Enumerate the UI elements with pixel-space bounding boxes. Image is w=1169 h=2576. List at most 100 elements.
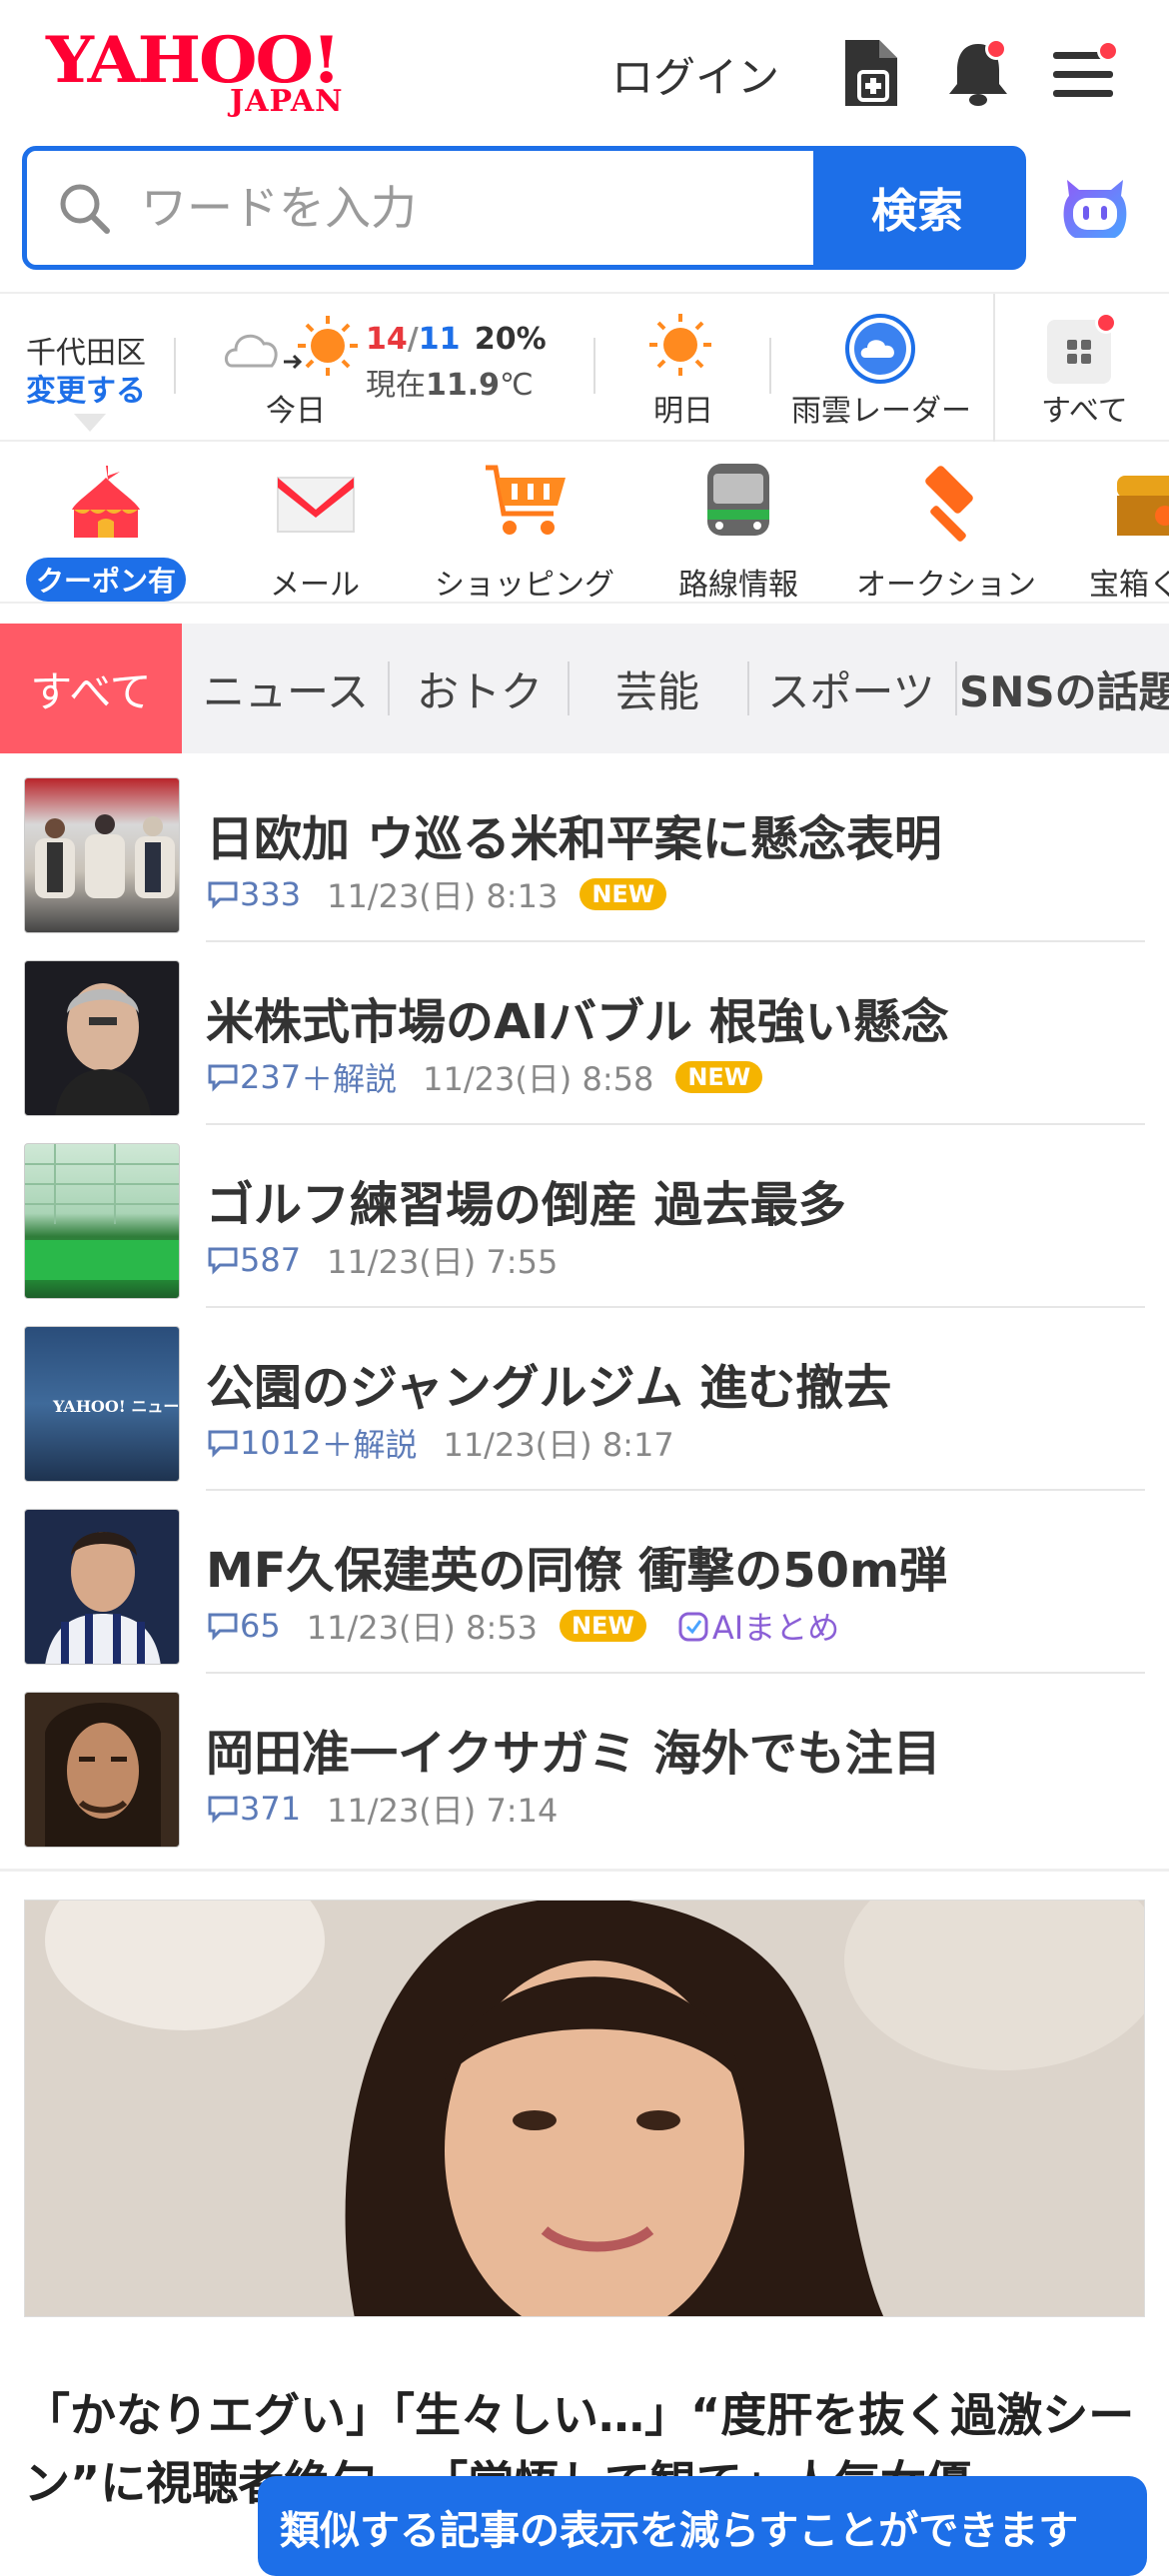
menu-notification-dot <box>1097 40 1119 62</box>
comment-count: 371 <box>206 1790 301 1828</box>
new-badge: NEW <box>675 1061 763 1093</box>
rain-radar[interactable]: 雨雲レーダー <box>789 312 979 432</box>
news-title: ゴルフ練習場の倒産 過去最多 <box>206 1177 846 1233</box>
change-area-link[interactable]: 変更する <box>26 366 146 410</box>
comment-icon <box>208 1613 238 1641</box>
comment-number: 65 <box>240 1607 281 1645</box>
mail-icon <box>277 477 355 533</box>
ai-summary-icon <box>678 1612 708 1642</box>
service-coupon[interactable]: クーポン有 <box>22 462 190 602</box>
all-notification-dot <box>1095 312 1117 334</box>
add-document-icon[interactable] <box>837 36 907 112</box>
news-item[interactable]: YAHOO! ニュース 公園のジャングルジム 進む撤去 1012 ＋解説 11/… <box>0 1308 1169 1491</box>
temp-slash: / <box>407 322 419 357</box>
area-selector[interactable]: 千代田区 変更する <box>26 328 156 432</box>
comment-count: 65 <box>206 1607 281 1645</box>
cloudy-then-sunny-icon <box>225 316 358 376</box>
tab-divider <box>955 661 957 715</box>
service-mail[interactable]: メール <box>240 462 390 603</box>
comment-count: 333 <box>206 875 301 913</box>
news-item[interactable]: 米株式市場のAIバブル 根強い懸念 237 ＋解説 11/23(日) 8:58 … <box>0 942 1169 1125</box>
news-item[interactable]: MF久保建英の同僚 衝撃の50m弾 65 11/23(日) 8:53 NEW A… <box>0 1491 1169 1674</box>
service-shopping[interactable]: ショッピング <box>430 462 619 603</box>
search-bar: 検索 <box>22 146 1026 270</box>
service-transit[interactable]: 路線情報 <box>663 462 813 603</box>
search-button[interactable]: 検索 <box>813 151 1021 265</box>
tab-sns[interactable]: SNSの話題 <box>959 624 1169 753</box>
yahoo-japan-logo[interactable]: YAHOO! JAPAN <box>46 26 366 120</box>
radar-label: 雨雲レーダー <box>791 394 971 429</box>
news-thumbnail <box>24 1509 180 1665</box>
service-mail-label: メール <box>270 568 360 603</box>
temps: 14/11 20% <box>366 322 547 357</box>
service-treasure-label: 宝箱く <box>1089 568 1169 603</box>
bell-icon[interactable] <box>943 36 1013 112</box>
comment-number: 333 <box>240 875 302 913</box>
comment-icon <box>208 1430 238 1458</box>
tab-deals[interactable]: おトク <box>392 624 568 753</box>
toast-banner[interactable]: 類似する記事の表示を減らすことができます <box>258 2476 1147 2576</box>
service-auction[interactable]: オークション <box>851 462 1041 603</box>
auction-hammer-icon <box>925 466 973 542</box>
explanation-link[interactable]: ＋解説 <box>321 1420 417 1466</box>
weather-tomorrow[interactable]: 明日 <box>639 312 719 432</box>
service-treasure[interactable]: 宝箱く <box>1089 462 1169 603</box>
news-title: 米株式市場のAIバブル 根強い懸念 <box>206 994 949 1050</box>
news-thumbnail <box>24 1143 180 1299</box>
news-time: 11/23(日) 7:55 <box>327 1243 559 1281</box>
login-link[interactable]: ログイン <box>611 44 779 105</box>
service-transit-label: 路線情報 <box>678 568 798 603</box>
shopping-cart-icon <box>486 465 566 535</box>
news-title: 日欧加 ウ巡る米和平案に懸念表明 <box>206 811 942 867</box>
news-item[interactable]: 岡田准一イクサガミ 海外でも注目 371 11/23(日) 7:14 <box>0 1674 1169 1857</box>
news-meta: 65 11/23(日) 8:53 NEW AIまとめ <box>206 1603 839 1649</box>
search-input-wrap[interactable] <box>27 151 814 265</box>
comment-number: 587 <box>240 1241 302 1279</box>
news-meta: 333 11/23(日) 8:13 NEW <box>206 871 667 917</box>
services-row: クーポン有 メール ショッピング 路線情報 オークション 宝箱く <box>0 444 1169 604</box>
hamburger-menu-icon[interactable] <box>1049 36 1119 112</box>
tab-entertainment[interactable]: 芸能 <box>570 624 745 753</box>
explanation-link[interactable]: ＋解説 <box>301 1054 397 1100</box>
comment-icon <box>208 1247 238 1275</box>
divider <box>769 338 771 394</box>
news-item[interactable]: 日欧加 ウ巡る米和平案に懸念表明 333 11/23(日) 8:13 NEW <box>0 759 1169 942</box>
comment-count: 587 <box>206 1241 301 1279</box>
news-title: 公園のジャングルジム 進む撤去 <box>206 1360 892 1416</box>
ai-summary-link[interactable]: AIまとめ <box>676 1603 839 1649</box>
ai-assistant-icon[interactable] <box>1053 166 1137 250</box>
ai-summary-label: AIまとめ <box>711 1609 840 1647</box>
comment-icon <box>208 1064 238 1092</box>
weather-bar: 千代田区 変更する 今日 14/11 20% 現在11.9℃ 明日 雨雲レーダー… <box>0 292 1169 442</box>
featured-article[interactable]: 「かなりエグい」「生々しい…」“度肝を抜く過激シーン”に視聴者絶句…「覚悟して観… <box>0 1869 1169 2530</box>
new-badge: NEW <box>559 1610 646 1642</box>
today-label: 今日 <box>266 394 326 429</box>
logo-sub-text: JAPAN <box>230 84 344 119</box>
category-tabs: すべて ニュース おトク 芸能 スポーツ SNSの話題 <box>0 624 1169 753</box>
news-item[interactable]: ゴルフ練習場の倒産 過去最多 587 11/23(日) 7:55 <box>0 1125 1169 1308</box>
notification-dot <box>985 38 1007 60</box>
featured-image <box>24 1900 1145 2317</box>
news-meta: 1012 ＋解説 11/23(日) 8:17 <box>206 1420 674 1466</box>
radar-icon <box>845 314 915 384</box>
news-time: 11/23(日) 8:58 <box>423 1060 654 1098</box>
weather-all[interactable]: すべて <box>1033 312 1133 432</box>
tent-icon <box>72 466 140 538</box>
high-temp: 14 <box>366 322 408 357</box>
service-auction-label: オークション <box>856 568 1036 603</box>
tab-sports[interactable]: スポーツ <box>751 624 951 753</box>
tomorrow-label: 明日 <box>653 394 713 429</box>
news-meta: 587 11/23(日) 7:55 <box>206 1237 558 1283</box>
tab-all[interactable]: すべて <box>0 624 182 753</box>
news-meta: 371 11/23(日) 7:14 <box>206 1786 558 1832</box>
news-thumbnail <box>24 777 180 933</box>
news-time: 11/23(日) 8:13 <box>327 877 559 915</box>
weather-today[interactable]: 今日 14/11 20% 現在11.9℃ <box>224 312 584 432</box>
train-icon <box>707 464 769 536</box>
new-badge: NEW <box>580 878 667 910</box>
divider <box>993 294 995 442</box>
current-temp-text: 現在11.9℃ <box>366 360 534 404</box>
tab-news[interactable]: ニュース <box>188 624 384 753</box>
divider <box>174 338 176 394</box>
search-input[interactable] <box>139 169 788 247</box>
